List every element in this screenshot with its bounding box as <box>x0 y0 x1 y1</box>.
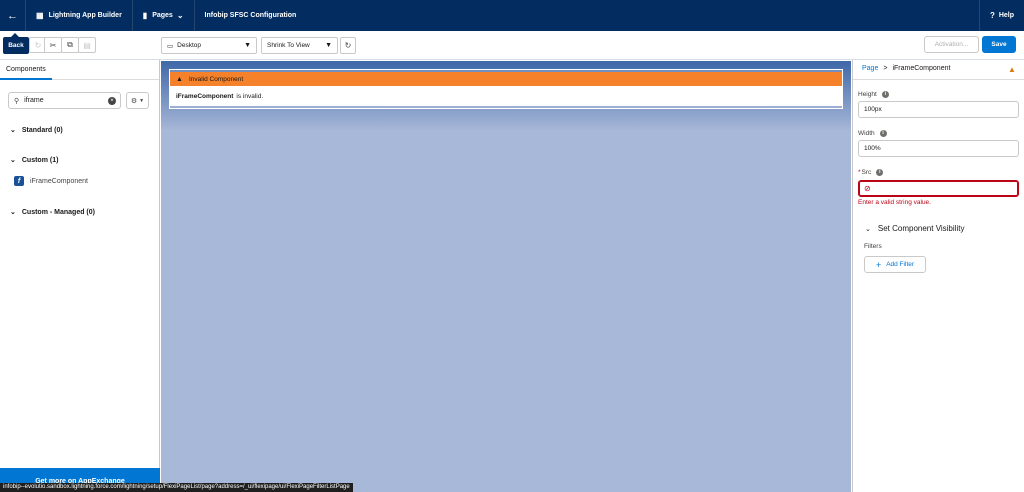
toolbar: ↻ ✂ ⧉ ▤ ▭ Desktop ▼ Shrink To View ▼ ↻ <box>0 31 1024 60</box>
cut-button[interactable]: ✂ <box>44 37 62 53</box>
component-item[interactable]: f iFrameComponent <box>14 176 88 186</box>
page-canvas: ▲ Invalid Component iFrameComponent is i… <box>161 61 851 492</box>
redo-icon: ↻ <box>34 40 42 50</box>
error-icon: ⊘ <box>864 184 871 193</box>
chevron-down-icon: ▼ <box>139 97 145 104</box>
divider <box>853 79 1024 80</box>
invalid-component-header: ▲ Invalid Component <box>170 72 842 86</box>
back-button[interactable]: ← <box>0 0 26 31</box>
search-icon: ⚲ <box>14 97 20 105</box>
height-label: Height i <box>858 91 889 98</box>
view-select[interactable]: Shrink To View ▼ <box>261 37 338 54</box>
global-header: ← ▦ Lightning App Builder ▮ Pages ⌄ Infobip… <box>0 0 1024 31</box>
copy-icon: ⧉ <box>67 40 73 49</box>
caret-down-icon: ▼ <box>325 42 332 49</box>
status-bar-url: infobip--evolutio.sandbox.lightning.forc… <box>0 483 353 492</box>
component-icon: f <box>14 176 24 186</box>
chevron-down-icon: ⌄ <box>10 127 16 134</box>
activation-button[interactable]: Activation... <box>924 36 979 53</box>
device-select[interactable]: ▭ Desktop ▼ <box>161 37 257 54</box>
visibility-section-toggle[interactable]: ⌄ Set Component Visibility <box>865 224 964 233</box>
chevron-down-icon: ⌄ <box>865 225 871 233</box>
arrow-left-icon: ← <box>7 9 18 22</box>
gear-icon: ⚙ <box>130 97 138 105</box>
pages-menu[interactable]: ▮ Pages ⌄ <box>133 0 195 31</box>
refresh-button[interactable]: ↻ <box>340 37 356 54</box>
refresh-icon: ↻ <box>344 41 352 50</box>
section-custom[interactable]: ⌄ Custom (1) <box>10 156 58 165</box>
caret-down-icon: ▼ <box>244 42 251 49</box>
section-custom-managed[interactable]: ⌄ Custom - Managed (0) <box>10 208 95 217</box>
warning-icon: ▲ <box>176 75 183 83</box>
src-error-message: Enter a valid string value. <box>858 199 931 206</box>
clear-icon[interactable]: × <box>108 97 116 105</box>
filters-label: Filters <box>864 243 882 250</box>
invalid-component-message: iFrameComponent is invalid. <box>170 86 842 106</box>
app-name: ▦ Lightning App Builder <box>26 0 133 31</box>
component-search-input[interactable]: ⚲ iframe × <box>8 92 121 109</box>
settings-menu-button[interactable]: ⚙ ▼ <box>126 92 149 109</box>
width-label: Width i <box>858 130 887 137</box>
help-icon: ? <box>989 11 995 20</box>
info-icon[interactable]: i <box>876 169 884 176</box>
paste-button[interactable]: ▤ <box>78 37 96 53</box>
page-icon: ▮ <box>142 11 148 20</box>
properties-panel: Page > iFrameComponent ▲ Height i 100px … <box>852 60 1024 492</box>
src-field[interactable]: ⊘ <box>858 180 1019 197</box>
info-icon[interactable]: i <box>879 130 887 137</box>
page-title: Infobip SFSC Configuration <box>204 12 297 19</box>
components-panel: Components ⚲ iframe × ⚙ ▼ ⌄ Standard (0) ⌄… <box>0 60 160 492</box>
breadcrumb-page-link[interactable]: Page <box>862 65 878 72</box>
plus-icon: + <box>875 259 882 270</box>
add-filter-button[interactable]: + Add Filter <box>864 256 926 273</box>
clipboard-icon: ▤ <box>83 40 91 50</box>
tab-components[interactable]: Components <box>0 60 52 80</box>
info-icon[interactable]: i <box>881 91 889 98</box>
back-tooltip: Back <box>3 33 29 54</box>
grid-icon: ▦ <box>36 11 44 20</box>
help-button[interactable]: ? Help <box>978 0 1024 31</box>
width-field[interactable]: 100% <box>858 140 1019 157</box>
breadcrumb-current: iFrameComponent <box>892 65 951 72</box>
chevron-down-icon: ⌄ <box>10 209 16 216</box>
chevron-down-icon: ⌄ <box>176 11 184 20</box>
src-label: * Src i <box>858 169 884 176</box>
breadcrumb: Page > iFrameComponent <box>862 65 951 72</box>
section-standard[interactable]: ⌄ Standard (0) <box>10 126 63 135</box>
warning-icon: ▲ <box>1008 65 1016 74</box>
chevron-down-icon: ⌄ <box>10 157 16 164</box>
save-button[interactable]: Save <box>982 36 1016 53</box>
scissors-icon: ✂ <box>49 40 57 50</box>
height-field[interactable]: 100px <box>858 101 1019 118</box>
copy-button[interactable]: ⧉ <box>61 37 79 53</box>
monitor-icon: ▭ <box>167 42 174 50</box>
panel-tabs: Components <box>0 60 159 80</box>
